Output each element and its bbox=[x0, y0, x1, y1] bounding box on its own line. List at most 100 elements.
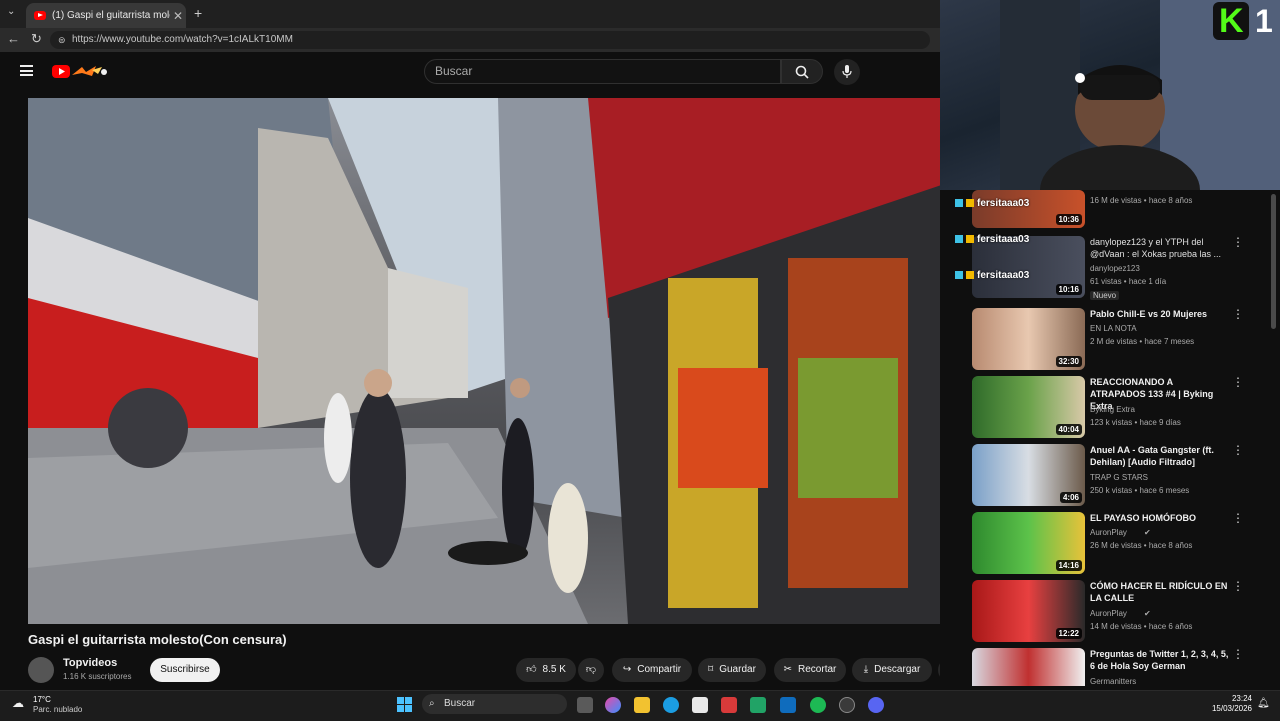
list-item[interactable]: 32:30 Pablo Chill-E vs 20 Mujeres EN LA … bbox=[972, 308, 1272, 370]
weather-cloud-icon: ☁ bbox=[12, 696, 24, 710]
video-channel: Byking Extra bbox=[1090, 405, 1135, 414]
app-icon-circle[interactable] bbox=[839, 697, 855, 713]
sidebar-scrollbar[interactable] bbox=[1270, 190, 1278, 690]
video-title: Gaspi el guitarrista molesto(Con censura… bbox=[28, 632, 287, 647]
browser-tab[interactable]: (1) Gaspi el guitarrista molesto(Co ✕ bbox=[26, 3, 186, 28]
video-channel: AuronPlay bbox=[1090, 609, 1127, 618]
dislike-button[interactable]: 👎︎ bbox=[578, 658, 604, 682]
task-view-icon[interactable] bbox=[577, 697, 593, 713]
chat-badge-icon bbox=[966, 235, 974, 243]
thumbs-down-icon: 👎︎ bbox=[585, 664, 597, 675]
clip-label: Recortar bbox=[798, 664, 837, 675]
more-options-icon[interactable]: ⋮ bbox=[1232, 308, 1244, 320]
list-item[interactable]: 12:22 CÓMO HACER EL RIDÍCULO EN LA CALLE… bbox=[972, 580, 1272, 642]
edge-browser-icon[interactable] bbox=[663, 697, 679, 713]
url-field[interactable]: ⊜ https://www.youtube.com/watch?v=1cIALk… bbox=[50, 31, 930, 49]
verified-check-icon: ✔ bbox=[1144, 609, 1151, 618]
youtube-favicon-icon bbox=[34, 11, 46, 20]
spotify-icon[interactable] bbox=[810, 697, 826, 713]
search-input[interactable]: Buscar bbox=[424, 59, 781, 84]
more-options-icon[interactable]: ⋮ bbox=[1232, 580, 1244, 592]
video-thumbnail: 14:16 bbox=[972, 512, 1085, 574]
taskbar-clock[interactable]: 23:24 15/03/2026 bbox=[1208, 694, 1252, 714]
discord-icon[interactable] bbox=[868, 697, 884, 713]
weather-description[interactable]: Parc. nublado bbox=[33, 705, 82, 714]
share-arrow-icon: ↪ bbox=[622, 664, 632, 675]
video-meta: 2 M de vistas • hace 7 meses bbox=[1090, 337, 1195, 346]
subscriber-count: 1.16 K suscriptores bbox=[63, 672, 132, 681]
list-item[interactable]: 14:16 EL PAYASO HOMÓFOBO AuronPlay ✔ 26 … bbox=[972, 512, 1272, 574]
new-badge: Nuevo bbox=[1090, 291, 1120, 300]
duration-badge: 10:16 bbox=[1055, 284, 1082, 295]
weather-temperature[interactable]: 17°C bbox=[33, 695, 51, 704]
microphone-icon bbox=[842, 65, 852, 78]
chat-badge-icon bbox=[966, 199, 974, 207]
more-options-icon[interactable]: ⋮ bbox=[1232, 512, 1244, 524]
video-meta: 16 M de vistas • hace 8 años bbox=[1090, 196, 1193, 205]
more-options-icon[interactable]: ⋮ bbox=[1232, 444, 1244, 456]
save-button[interactable]: ⌑ Guardar bbox=[698, 658, 766, 682]
windows-start-icon[interactable] bbox=[397, 697, 412, 712]
duration-badge: 32:30 bbox=[1055, 356, 1082, 367]
channel-avatar[interactable] bbox=[28, 657, 54, 683]
copilot-icon[interactable] bbox=[605, 697, 621, 713]
video-title: danylopez123 y el YTPH del @dVaan : el X… bbox=[1090, 237, 1222, 259]
clip-button[interactable]: ✂ Recortar bbox=[774, 658, 846, 682]
search-button[interactable] bbox=[781, 59, 823, 84]
video-title: Anuel AA - Gata Gangster (ft. Dehilan) [… bbox=[1090, 445, 1214, 467]
stream-logo: K 1 bbox=[1213, 2, 1277, 40]
chat-badge-icon bbox=[955, 235, 963, 243]
excel-icon[interactable] bbox=[750, 697, 766, 713]
more-options-icon[interactable]: ⋮ bbox=[1232, 236, 1244, 248]
notification-bell-icon[interactable]: 🔔︎ bbox=[1257, 698, 1270, 709]
like-count: 8.5 K bbox=[542, 664, 566, 675]
duration-badge: 14:16 bbox=[1055, 560, 1082, 571]
taskbar-search[interactable]: ⌕ Buscar bbox=[422, 694, 567, 714]
subscribe-button[interactable]: Suscribirse bbox=[150, 658, 220, 682]
reload-icon[interactable]: ↻ bbox=[31, 31, 42, 47]
share-button[interactable]: ↪ Compartir bbox=[612, 658, 692, 682]
video-channel: AuronPlay bbox=[1090, 528, 1127, 537]
store-icon[interactable] bbox=[692, 697, 708, 713]
tab-list-chevron-icon[interactable]: ⌄ bbox=[7, 6, 15, 17]
like-button[interactable]: 👍︎ 8.5 K bbox=[516, 658, 576, 682]
voice-search-button[interactable] bbox=[834, 59, 860, 85]
url-text: https://www.youtube.com/watch?v=1cIALkT1… bbox=[72, 34, 293, 45]
chat-message: fersitaaa03 bbox=[955, 268, 1029, 282]
app-icon-red[interactable] bbox=[721, 697, 737, 713]
logo-number: 1 bbox=[1255, 3, 1273, 39]
video-thumbnail: 40:04 bbox=[972, 376, 1085, 438]
youtube-logo[interactable] bbox=[52, 64, 108, 79]
video-title: Preguntas de Twitter 1, 2, 3, 4, 5, 6 de… bbox=[1090, 649, 1229, 671]
site-info-icon[interactable]: ⊜ bbox=[58, 31, 66, 49]
bookmark-icon: ⌑ bbox=[708, 664, 714, 675]
tab-close-icon[interactable]: ✕ bbox=[170, 9, 186, 23]
save-label: Guardar bbox=[719, 664, 756, 675]
download-button[interactable]: ⤓ Descargar bbox=[852, 658, 932, 682]
video-thumbnail: 12:22 bbox=[972, 580, 1085, 642]
list-item[interactable]: 4:06 Anuel AA - Gata Gangster (ft. Dehil… bbox=[972, 444, 1272, 506]
chat-username: fersitaaa03 bbox=[977, 197, 1030, 209]
more-options-icon[interactable]: ⋮ bbox=[1232, 648, 1244, 660]
menu-hamburger-icon[interactable] bbox=[20, 65, 33, 76]
duration-badge: 40:04 bbox=[1055, 424, 1082, 435]
list-item[interactable]: 40:04 REACCIONANDO A ATRAPADOS 133 #4 | … bbox=[972, 376, 1272, 438]
download-icon: ⤓ bbox=[863, 664, 869, 675]
new-tab-button[interactable]: + bbox=[194, 5, 202, 21]
logo-letter: K bbox=[1219, 2, 1244, 40]
video-player[interactable] bbox=[28, 98, 962, 624]
app-icon-blue[interactable] bbox=[780, 697, 796, 713]
back-arrow-icon[interactable]: ← bbox=[7, 31, 20, 46]
list-item[interactable]: Preguntas de Twitter 1, 2, 3, 4, 5, 6 de… bbox=[972, 648, 1272, 686]
scissors-icon: ✂ bbox=[783, 664, 793, 675]
video-channel: Germanitters bbox=[1090, 677, 1137, 686]
duration-badge: 10:36 bbox=[1055, 214, 1082, 225]
channel-name[interactable]: Topvideos bbox=[63, 657, 117, 669]
file-explorer-icon[interactable] bbox=[634, 697, 650, 713]
video-channel: danylopez123 bbox=[1090, 264, 1140, 273]
more-options-icon[interactable]: ⋮ bbox=[1232, 376, 1244, 388]
video-meta: 61 vistas • hace 1 día bbox=[1090, 277, 1167, 286]
verified-check-icon: ✔ bbox=[1144, 528, 1151, 537]
chat-username: fersitaaa03 bbox=[977, 269, 1030, 281]
search-icon bbox=[795, 65, 809, 79]
